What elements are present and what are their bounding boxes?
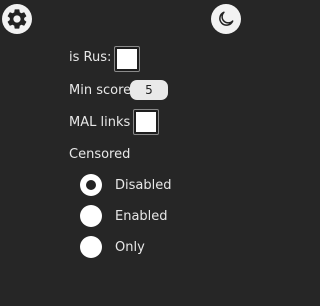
theme-toggle-button[interactable] — [211, 4, 241, 34]
is-rus-label: is Rus: — [69, 50, 112, 65]
censored-disabled-radio[interactable] — [80, 174, 102, 196]
censored-enabled-radio[interactable] — [80, 205, 102, 227]
settings-button[interactable] — [2, 4, 32, 34]
censored-enabled-label[interactable]: Enabled — [115, 209, 168, 224]
censored-heading: Censored — [69, 147, 131, 162]
censored-disabled-label[interactable]: Disabled — [115, 178, 171, 193]
mal-links-label: MAL links — [69, 115, 131, 130]
censored-only-radio[interactable] — [80, 236, 102, 258]
mal-links-checkbox[interactable] — [134, 110, 158, 134]
min-score-input[interactable] — [130, 80, 168, 100]
censored-only-label[interactable]: Only — [115, 240, 145, 255]
min-score-label: Min score: — [69, 83, 136, 98]
radio-selected-dot — [86, 180, 96, 190]
crescent-moon-icon — [219, 11, 234, 26]
gear-icon — [7, 9, 27, 29]
is-rus-checkbox[interactable] — [115, 47, 139, 71]
